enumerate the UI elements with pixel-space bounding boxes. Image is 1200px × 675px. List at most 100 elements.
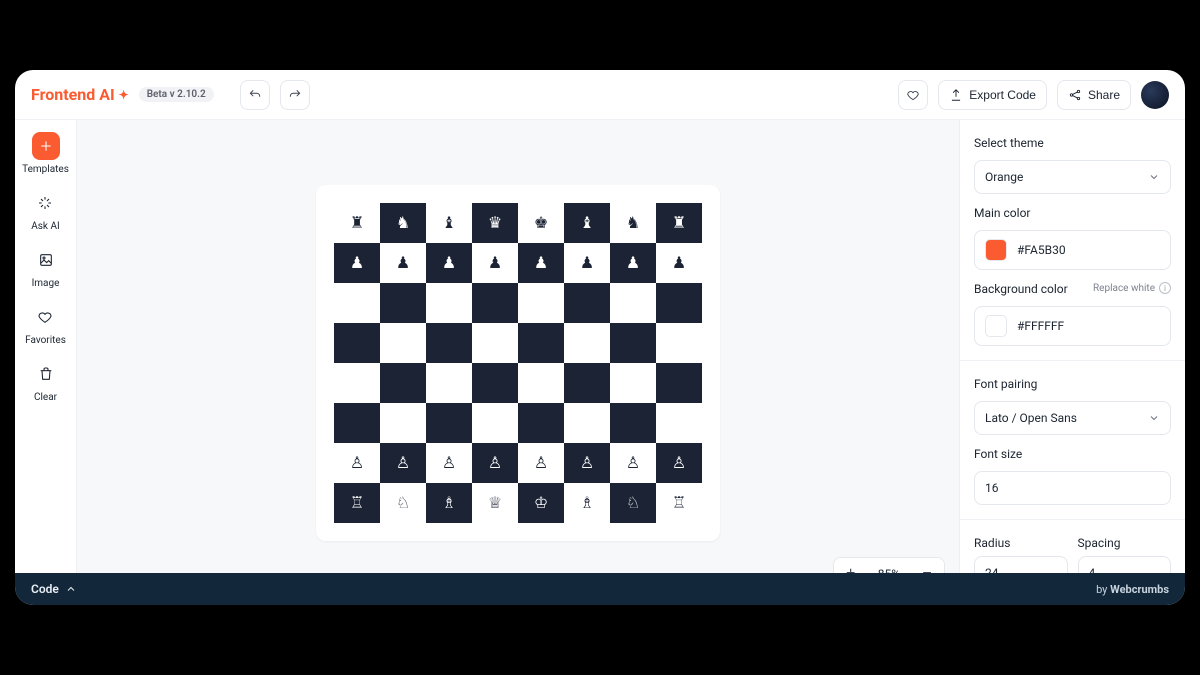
sidebar-item-label: Favorites (25, 335, 66, 346)
chess-square: ♞ (610, 203, 656, 243)
upload-icon (949, 88, 963, 102)
font-pairing-label: Font pairing (974, 377, 1171, 391)
attribution: by Webcrumbs (1096, 583, 1169, 596)
chess-square (518, 403, 564, 443)
heart-icon (906, 88, 920, 102)
sidebar-item-clear[interactable]: Clear (32, 360, 60, 403)
chess-square: ♜ (656, 203, 702, 243)
share-icon (1068, 88, 1082, 102)
avatar[interactable] (1141, 81, 1169, 109)
chess-square: ♜ (334, 203, 380, 243)
chess-square: ♚ (518, 203, 564, 243)
font-pairing-value: Lato / Open Sans (985, 411, 1077, 425)
spacing-label: Spacing (1078, 536, 1172, 550)
chess-square (610, 283, 656, 323)
chess-square: ♙ (656, 443, 702, 483)
favorite-button[interactable] (898, 80, 928, 110)
chess-square (564, 363, 610, 403)
font-size-input[interactable]: 16 (974, 471, 1171, 505)
share-label: Share (1088, 88, 1120, 102)
chess-square (564, 283, 610, 323)
properties-panel: Select theme Orange Main color #FA5B30 B… (959, 120, 1185, 605)
chess-square (334, 323, 380, 363)
sidebar-item-label: Clear (34, 392, 57, 403)
sidebar-item-label: Ask AI (31, 221, 59, 232)
info-icon[interactable]: i (1159, 282, 1171, 294)
chevron-up-icon (65, 583, 77, 595)
chess-square: ♙ (610, 443, 656, 483)
chess-square: ♟ (564, 243, 610, 283)
font-size-value: 16 (985, 481, 999, 495)
chess-square (518, 323, 564, 363)
chess-square: ♛ (472, 203, 518, 243)
chess-square (426, 283, 472, 323)
theme-label: Select theme (974, 136, 1171, 150)
chess-square: ♙ (472, 443, 518, 483)
chess-square (610, 403, 656, 443)
sidebar-item-favorites[interactable]: Favorites (25, 303, 66, 346)
redo-icon (288, 88, 302, 102)
chess-square: ♘ (380, 483, 426, 523)
canvas: ♜♞♝♛♚♝♞♜♟♟♟♟♟♟♟♟♙♙♙♙♙♙♙♙♖♘♗♕♔♗♘♖ + 85% − (77, 120, 959, 605)
font-size-label: Font size (974, 447, 1171, 461)
brand: Frontend AI ✦ (31, 85, 129, 104)
code-panel-toggle[interactable]: Code (31, 582, 77, 596)
chess-square (610, 363, 656, 403)
chess-square (656, 363, 702, 403)
sparkle-icon (31, 189, 59, 217)
chess-square (610, 323, 656, 363)
radius-label: Radius (974, 536, 1068, 550)
chess-square: ♟ (656, 243, 702, 283)
brand-text: Frontend AI (31, 85, 115, 104)
sidebar-item-label: Image (32, 278, 60, 289)
chess-square: ♟ (334, 243, 380, 283)
chess-square (334, 403, 380, 443)
chess-square (426, 323, 472, 363)
chess-square: ♝ (564, 203, 610, 243)
app-window: Frontend AI ✦ Beta v 2.10.2 Export Code … (15, 70, 1185, 605)
chess-square (334, 283, 380, 323)
chess-square: ♖ (656, 483, 702, 523)
replace-white-hint: Replace white i (1093, 282, 1171, 294)
bg-color-input[interactable]: #FFFFFF (974, 306, 1171, 346)
chess-square (334, 363, 380, 403)
sidebar-item-image[interactable]: Image (32, 246, 60, 289)
chess-square (472, 403, 518, 443)
code-label: Code (31, 582, 59, 596)
undo-icon (248, 88, 262, 102)
chess-square (472, 283, 518, 323)
redo-button[interactable] (280, 80, 310, 110)
divider (960, 519, 1185, 520)
chevron-down-icon (1148, 412, 1160, 424)
heart-icon (31, 303, 59, 331)
chess-square: ♟ (472, 243, 518, 283)
chess-square: ♞ (380, 203, 426, 243)
chess-square (426, 363, 472, 403)
chess-square (656, 283, 702, 323)
chess-square (564, 403, 610, 443)
chess-square: ♕ (472, 483, 518, 523)
undo-button[interactable] (240, 80, 270, 110)
body: Templates Ask AI Image Favorites Clear ♜… (15, 120, 1185, 605)
chess-square (472, 323, 518, 363)
by-brand: Webcrumbs (1110, 583, 1169, 596)
chess-square: ♗ (426, 483, 472, 523)
sidebar-item-askai[interactable]: Ask AI (31, 189, 59, 232)
theme-value: Orange (985, 170, 1023, 184)
chess-square: ♙ (564, 443, 610, 483)
sidebar-item-templates[interactable]: Templates (22, 132, 69, 175)
font-pairing-select[interactable]: Lato / Open Sans (974, 401, 1171, 435)
sidebar-item-label: Templates (22, 164, 69, 175)
trash-icon (32, 360, 60, 388)
share-button[interactable]: Share (1057, 80, 1131, 110)
bg-row: Background color Replace white i (974, 280, 1171, 296)
main-color-input[interactable]: #FA5B30 (974, 230, 1171, 270)
chess-square (380, 363, 426, 403)
sidebar: Templates Ask AI Image Favorites Clear (15, 120, 77, 605)
theme-select[interactable]: Orange (974, 160, 1171, 194)
chess-square: ♝ (426, 203, 472, 243)
chevron-down-icon (1148, 171, 1160, 183)
export-code-button[interactable]: Export Code (938, 80, 1047, 110)
chess-square: ♗ (564, 483, 610, 523)
chess-square (656, 403, 702, 443)
